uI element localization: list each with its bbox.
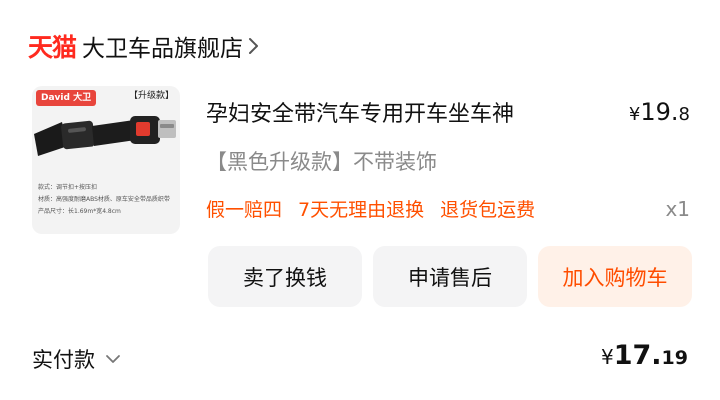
price-currency: ¥ [628,104,641,125]
promo-tag: 7天无理由退换 [298,199,425,221]
promo-tag: 假一赔四 [206,199,283,221]
payment-currency: ¥ [600,345,614,369]
sell-button[interactable]: 卖了换钱 [208,246,362,307]
chevron-right-icon[interactable] [247,37,259,55]
product-image-spec-line: 产品尺寸：长1.69m*宽4.8cm [38,208,121,215]
promo-tags: 假一赔四 7天无理由退换 退货包运费 [206,195,535,222]
price-integer: 19. [640,98,679,126]
store-name[interactable]: 大卫车品旗舰店 [82,29,243,63]
price-decimal: 8 [678,104,690,125]
payment-decimal: 19 [661,347,688,369]
store-header[interactable]: 天猫 大卫车品旗舰店 [28,28,259,64]
payment-amount: ¥17.19 [601,340,688,371]
chevron-down-icon[interactable] [105,354,121,364]
product-image-spec-line: 材质：高强度耐磨ABS材质、原车安全带品质织带 [38,196,170,203]
product-quantity: x1 [665,197,690,221]
payment-label[interactable]: 实付款 [32,344,121,374]
payment-label-text: 实付款 [32,348,95,372]
payment-integer: 17. [613,340,662,371]
aftersale-button[interactable]: 申请售后 [373,246,527,307]
product-price: ¥19.8 [629,98,690,126]
product-image-spec-line: 款式：调节扣+按压扣 [38,184,98,191]
product-image[interactable]: David 大卫 【升级款】 款式：调节扣+按压扣 材质：高强度耐磨ABS材质、… [32,86,180,234]
promo-tag: 退货包运费 [440,199,536,221]
product-variant: 【黑色升级款】不带装饰 [206,150,437,174]
add-to-cart-button[interactable]: 加入购物车 [538,246,692,307]
product-title[interactable]: 孕妇安全带汽车专用开车坐车神 [206,96,514,128]
tmall-logo: 天猫 [28,33,77,62]
